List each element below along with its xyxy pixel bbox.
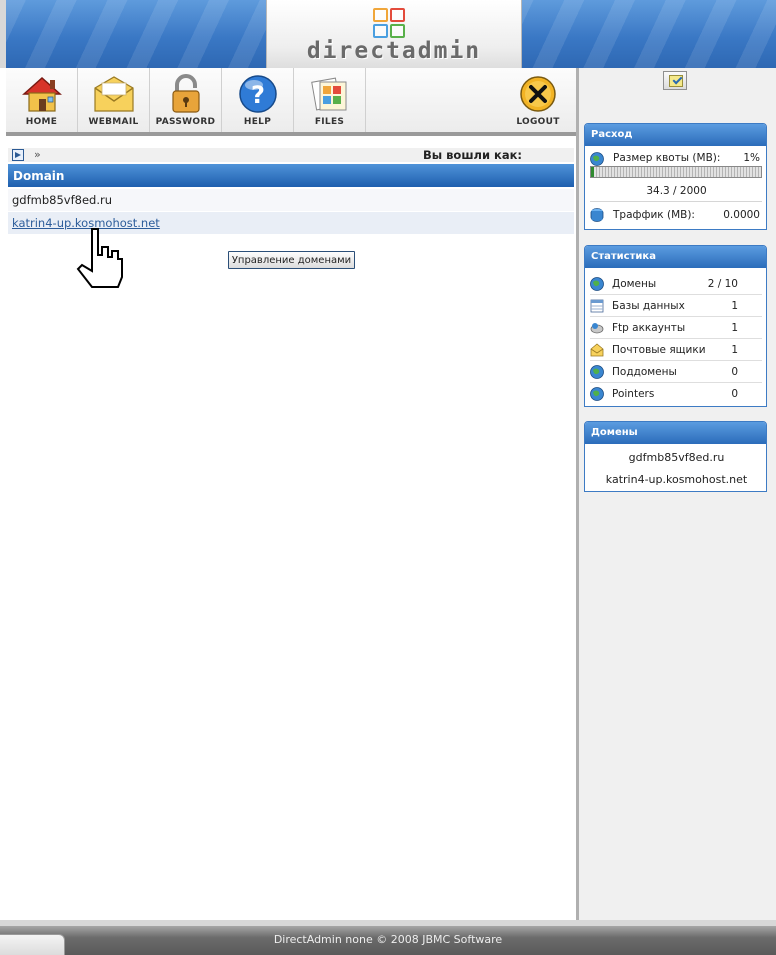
stat-row-databases: Базы данных 1 — [590, 295, 762, 317]
logged-in-as-label: Вы вошли как: — [422, 148, 522, 162]
domains-panel-title: Домены — [585, 422, 766, 444]
svg-text:?: ? — [251, 81, 265, 109]
statistics-panel: Статистика Домены 2 / 10 Базы данных 1 F… — [584, 245, 767, 407]
logo-squares-icon — [373, 8, 407, 40]
footer: DirectAdmin none © 2008 JBMC Software — [0, 920, 776, 955]
breadcrumb: » Вы вошли как: — [8, 148, 574, 162]
password-button[interactable]: PASSWORD — [150, 68, 222, 132]
traffic-label: Траффик (MB): — [613, 209, 695, 221]
globe-icon — [590, 387, 604, 401]
right-sidebar: Расход Размер квоты (MB): 1% 34.3 / 2000… — [576, 68, 776, 920]
files-button[interactable]: FILES — [294, 68, 366, 132]
stat-row-domains: Домены 2 / 10 — [590, 273, 762, 295]
globe-icon — [590, 152, 604, 166]
quota-percent: 1% — [743, 152, 760, 164]
stat-value: 1 — [731, 300, 738, 312]
stat-label: Поддомены — [612, 366, 677, 378]
envelope-icon — [94, 76, 134, 112]
main-toolbar: HOME WEBMAIL PASSWORD ? HELP FILES LOGOU… — [6, 68, 578, 136]
files-folder-icon — [311, 77, 347, 111]
stat-label: Почтовые ящики — [612, 344, 706, 356]
stat-value: 0 — [731, 388, 738, 400]
sidebar-domain-item[interactable]: katrin4-up.kosmohost.net — [585, 473, 768, 486]
stat-label: Домены — [612, 278, 657, 290]
quota-value: 34.3 / 2000 — [646, 185, 707, 197]
logo-text: directadmin — [306, 38, 482, 64]
quota-row: Размер квоты (MB): 1% — [590, 152, 760, 166]
database-table-icon — [590, 299, 604, 313]
password-label: PASSWORD — [155, 117, 216, 127]
stat-value: 2 / 10 — [707, 278, 738, 290]
stat-label: Pointers — [612, 388, 655, 400]
stat-value: 0 — [731, 366, 738, 378]
logo[interactable]: directadmin — [266, 0, 522, 68]
house-icon — [22, 76, 62, 112]
logout-label: LOGOUT — [516, 117, 560, 127]
padlock-icon — [172, 74, 200, 113]
webmail-button[interactable]: WEBMAIL — [78, 68, 150, 132]
hand-pointer-cursor-icon — [76, 228, 123, 288]
quota-progress-fill — [591, 167, 594, 177]
ftp-drive-icon — [590, 323, 604, 334]
header-banner: directadmin — [0, 0, 776, 68]
statistics-panel-title: Статистика — [585, 246, 766, 268]
traffic-row: Траффик (MB): 0.0000 — [590, 208, 760, 222]
stat-row-mailboxes: Почтовые ящики 1 — [590, 339, 762, 361]
usage-panel: Расход Размер квоты (MB): 1% 34.3 / 2000… — [584, 123, 767, 230]
files-label: FILES — [314, 117, 345, 127]
help-button[interactable]: ? HELP — [222, 68, 294, 132]
quota-label: Размер квоты (MB): — [613, 152, 721, 164]
stat-row-pointers: Pointers 0 — [590, 383, 762, 405]
domain-column-header: Domain — [8, 164, 574, 187]
traffic-value: 0.0000 — [723, 209, 760, 221]
quota-progress-bar — [590, 166, 762, 178]
table-row: gdfmb85vf8ed.ru — [8, 189, 574, 211]
usage-panel-title: Расход — [585, 124, 766, 146]
help-label: HELP — [243, 117, 272, 127]
breadcrumb-separator: » — [34, 148, 41, 161]
domains-panel: Домены gdfmb85vf8ed.ru katrin4-up.kosmoh… — [584, 421, 767, 492]
main-content: » Вы вошли как: Domain gdfmb85vf8ed.ru k… — [6, 140, 576, 920]
globe-icon — [590, 365, 604, 379]
divider — [590, 201, 762, 202]
manage-domains-button[interactable]: Управление доменами — [228, 251, 355, 269]
mailbox-icon — [590, 343, 604, 357]
note-edit-icon[interactable] — [663, 71, 687, 90]
logout-button[interactable]: LOGOUT — [502, 68, 574, 132]
home-button[interactable]: HOME — [6, 68, 78, 132]
footer-copyright: DirectAdmin none © 2008 JBMC Software — [273, 933, 503, 946]
stat-label: Базы данных — [612, 300, 685, 312]
arrow-right-icon[interactable] — [12, 149, 24, 161]
domain-name: gdfmb85vf8ed.ru — [12, 193, 113, 207]
stat-row-ftp: Ftp аккаунты 1 — [590, 317, 762, 339]
stat-value: 1 — [731, 322, 738, 334]
home-label: HOME — [25, 117, 58, 127]
stat-label: Ftp аккаунты — [612, 322, 686, 334]
webmail-label: WEBMAIL — [88, 117, 139, 127]
database-icon — [590, 208, 604, 222]
globe-icon — [590, 277, 604, 291]
stat-value: 1 — [731, 344, 738, 356]
help-question-icon: ? — [239, 75, 277, 113]
stat-row-subdomains: Поддомены 0 — [590, 361, 762, 383]
sidebar-domain-item[interactable]: gdfmb85vf8ed.ru — [585, 451, 768, 464]
logout-x-icon — [520, 76, 556, 112]
